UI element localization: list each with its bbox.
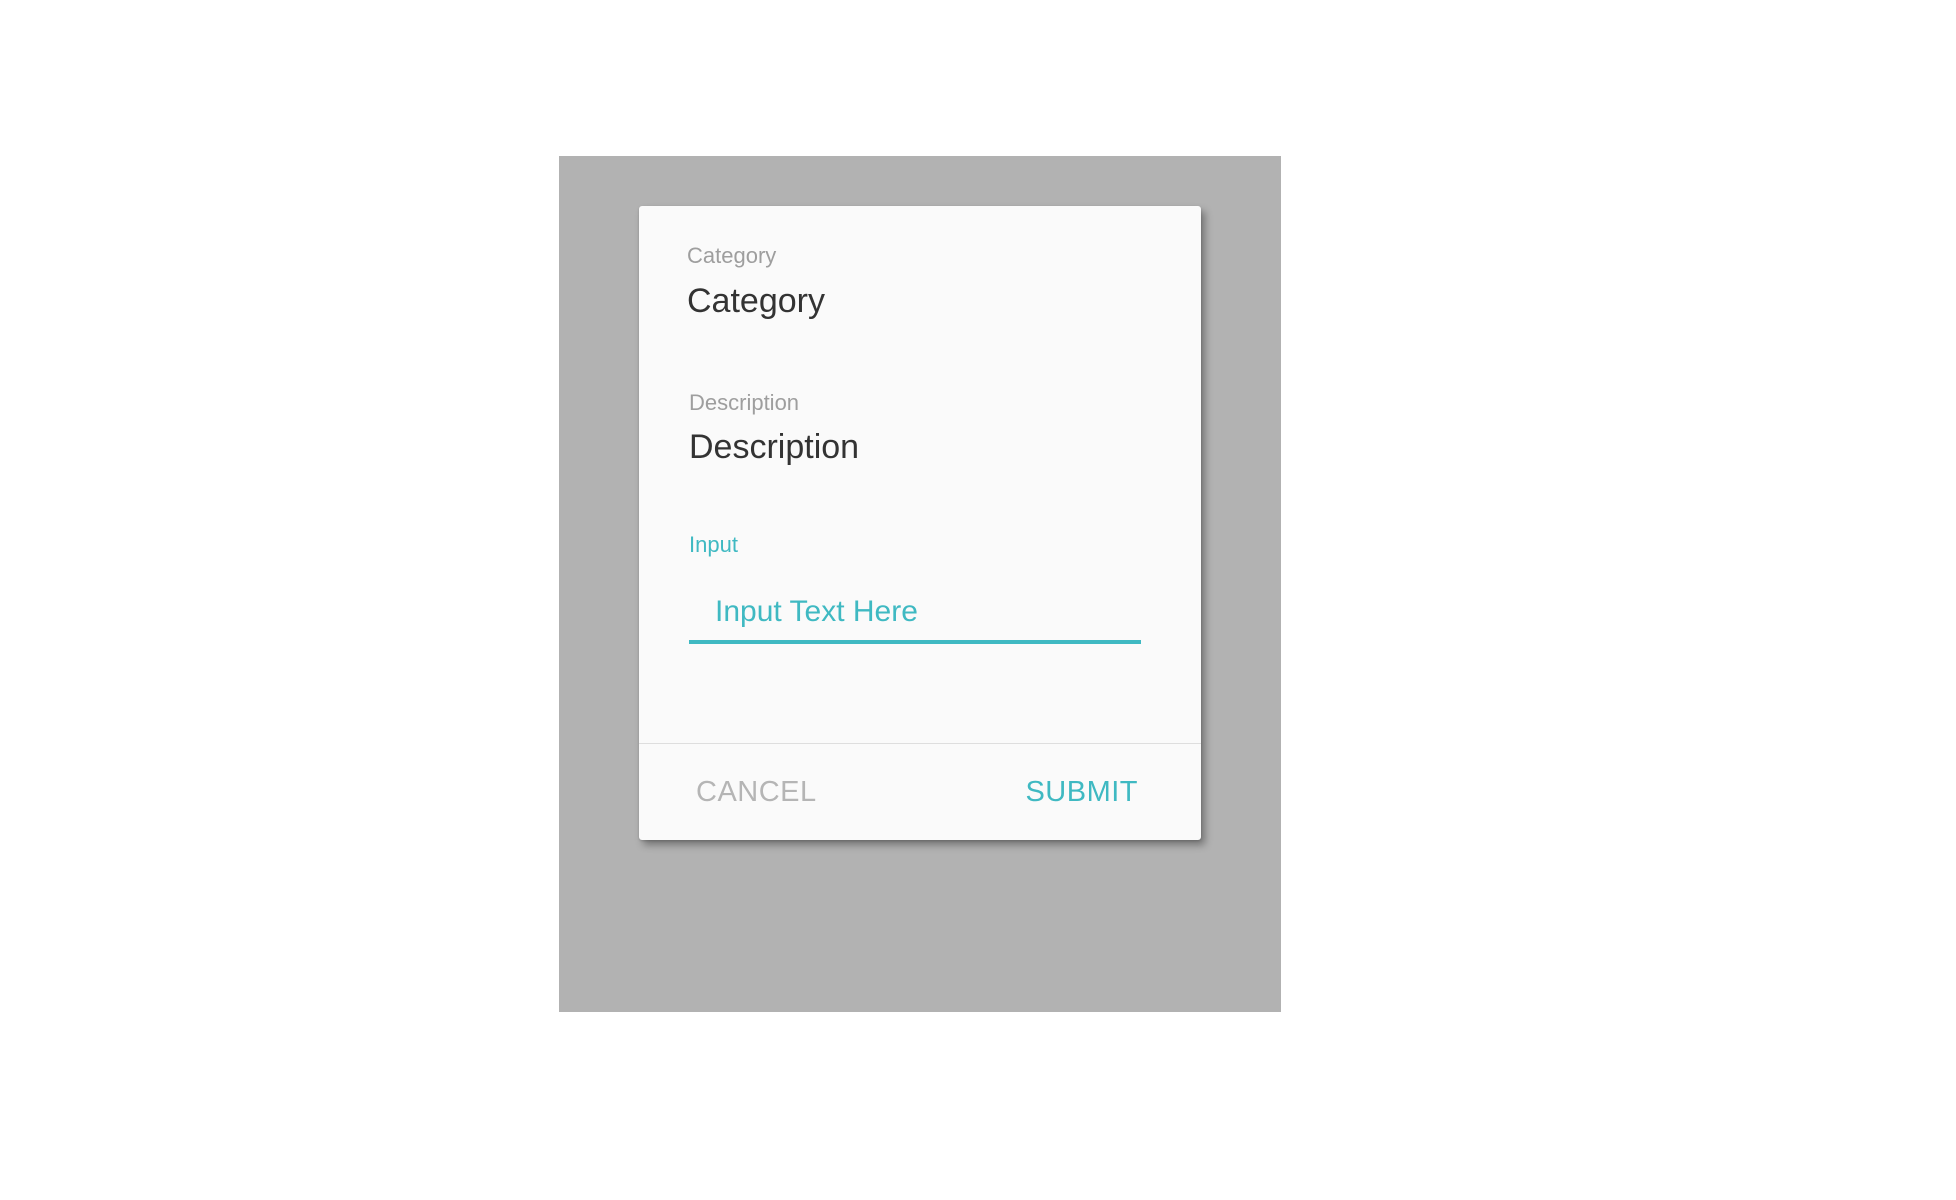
modal-backdrop[interactable]: Category Category Description Descriptio…: [559, 156, 1281, 1012]
input-field-container[interactable]: [689, 586, 1141, 644]
description-value: Description: [689, 428, 860, 466]
cancel-button[interactable]: CANCEL: [696, 776, 817, 809]
category-value: Category: [687, 282, 825, 320]
input-label: Input: [689, 532, 738, 557]
submit-button[interactable]: SUBMIT: [1025, 776, 1138, 809]
description-label: Description: [689, 390, 800, 415]
category-label: Category: [687, 243, 777, 268]
actions-divider: [639, 743, 1201, 744]
dialog: Category Category Description Descriptio…: [639, 206, 1201, 840]
input-text-field[interactable]: [715, 586, 1135, 638]
